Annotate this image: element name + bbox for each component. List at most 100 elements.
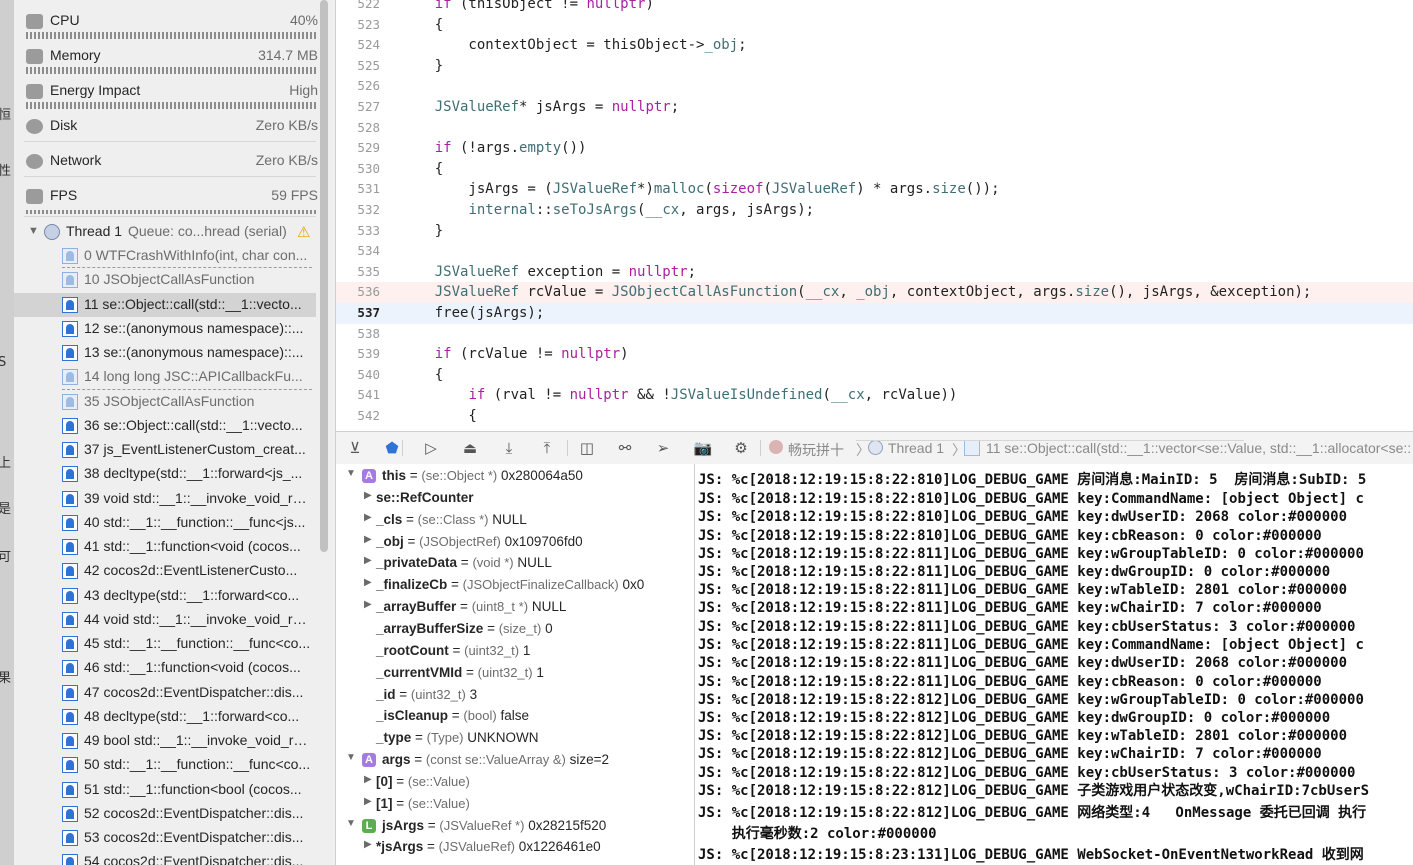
camera-button[interactable]: 📷 (692, 438, 714, 458)
line-number[interactable]: 529 (336, 138, 380, 159)
variable-row[interactable]: ▶ [0] = (se::Value) (336, 771, 694, 793)
stack-frame[interactable]: 50 std::__1::__function::__func<co... (14, 753, 316, 777)
variable-row[interactable]: ▶ _obj = (JSObjectRef) 0x109706fd0 (336, 531, 694, 553)
code-line[interactable]: 538 (336, 324, 1413, 345)
disclosure-closed-icon[interactable]: ▶ (364, 796, 372, 807)
memory-graph-button[interactable]: ⚯ (614, 438, 636, 458)
line-number[interactable]: 539 (336, 344, 380, 365)
breadcrumb-item[interactable]: 11 se::Object::call(std::__1::vector<se:… (986, 440, 1411, 456)
line-number[interactable]: 540 (336, 365, 380, 386)
code-line[interactable]: 530 { (336, 159, 1413, 180)
code-line[interactable]: 532 internal::seToJsArgs(__cx, args, jsA… (336, 200, 1413, 221)
line-number[interactable]: 536 (336, 282, 380, 303)
hide-debug-area-button[interactable]: ⊻ (344, 438, 366, 458)
code-line[interactable]: 531 jsArgs = (JSValueRef*)malloc(sizeof(… (336, 179, 1413, 200)
code-line[interactable]: 522 if (thisObject != nullptr) (336, 0, 1413, 15)
disclosure-closed-icon[interactable]: ▶ (364, 555, 372, 566)
line-number[interactable]: 527 (336, 97, 380, 118)
stack-frame[interactable]: 48 decltype(std::__1::forward<co... (14, 705, 316, 729)
navigator-scrollbar[interactable] (320, 0, 328, 552)
line-number[interactable]: 525 (336, 56, 380, 77)
variable-row[interactable]: ▶ _finalizeCb = (JSObjectFinalizeCallback… (336, 574, 694, 596)
variable-row[interactable]: ▼ Aargs = (const se::ValueArray &) size=2 (336, 749, 694, 771)
line-number[interactable]: 534 (336, 241, 380, 262)
variable-row[interactable]: _rootCount = (uint32_t) 1 (336, 640, 694, 662)
stack-frame[interactable]: 38 decltype(std::__1::forward<js_... (14, 462, 316, 486)
stack-frame[interactable]: 44 void std::__1::__invoke_void_re... (14, 608, 316, 632)
stack-frame[interactable]: 36 se::Object::call(std::__1::vecto... (14, 414, 316, 438)
gauge-fps[interactable]: FPS 59 FPS (24, 183, 318, 218)
code-line[interactable]: 541 if (rval != nullptr && !JSValueIsUnd… (336, 385, 1413, 406)
variable-row[interactable]: ▶ _privateData = (void *) NULL (336, 552, 694, 574)
line-number[interactable]: 526 (336, 76, 380, 97)
variable-row[interactable]: _isCleanup = (bool) false (336, 705, 694, 727)
code-line[interactable]: 523 { (336, 15, 1413, 36)
variable-row[interactable]: ▶ se::RefCounter (336, 487, 694, 509)
disclosure-closed-icon[interactable]: ▶ (364, 490, 372, 501)
thread-1-row[interactable]: ▼ Thread 1 Queue: co...hread (serial) ⚠ (14, 221, 335, 243)
line-number[interactable]: 538 (336, 324, 380, 345)
gauge-network[interactable]: Network Zero KB/s (24, 148, 318, 183)
variable-row[interactable]: _arrayBufferSize = (size_t) 0 (336, 618, 694, 640)
line-number[interactable]: 531 (336, 179, 380, 200)
disclosure-closed-icon[interactable]: ▶ (364, 577, 372, 588)
breadcrumb-item[interactable]: Thread 1 (888, 440, 944, 456)
gauge-cpu[interactable]: CPU 40% (24, 8, 318, 43)
code-line[interactable]: 528 (336, 118, 1413, 139)
disclosure-closed-icon[interactable]: ▶ (364, 599, 372, 610)
view-hierarchy-button[interactable]: ◫ (576, 438, 598, 458)
stack-frame[interactable]: 52 cocos2d::EventDispatcher::dis... (14, 802, 316, 826)
stack-frame[interactable]: 40 std::__1::__function::__func<js... (14, 511, 316, 535)
stack-frame[interactable]: 43 decltype(std::__1::forward<co... (14, 584, 316, 608)
code-line[interactable]: 535 JSValueRef exception = nullptr; (336, 262, 1413, 283)
stack-frame[interactable]: 49 bool std::__1::__invoke_void_re... (14, 729, 316, 753)
code-line[interactable]: 537 free(jsArgs); (336, 303, 1413, 324)
code-line[interactable]: 527 JSValueRef* jsArgs = nullptr; (336, 97, 1413, 118)
variable-row[interactable]: ▶ [1] = (se::Value) (336, 793, 694, 815)
variable-row[interactable]: _type = (Type) UNKNOWN (336, 727, 694, 749)
code-line[interactable]: 524 contextObject = thisObject->_obj; (336, 35, 1413, 56)
stack-frame[interactable]: 45 std::__1::__function::__func<co... (14, 632, 316, 656)
line-number[interactable]: 541 (336, 385, 380, 406)
stack-frame[interactable]: 35 JSObjectCallAsFunction (14, 390, 316, 414)
disclosure-open-icon[interactable]: ▼ (346, 818, 356, 829)
code-line[interactable]: 526 (336, 76, 1413, 97)
line-number[interactable]: 537 (336, 303, 380, 324)
line-number[interactable]: 522 (336, 0, 380, 15)
code-line[interactable]: 534 (336, 241, 1413, 262)
code-line[interactable]: 529 if (!args.empty()) (336, 138, 1413, 159)
code-line[interactable]: 525 } (336, 56, 1413, 77)
variable-row[interactable]: _currentVMId = (uint32_t) 1 (336, 662, 694, 684)
variable-row[interactable]: ▶ *jsArgs = (JSValueRef) 0x1226461e0 (336, 836, 694, 858)
disclosure-closed-icon[interactable]: ▶ (364, 534, 372, 545)
stack-frame[interactable]: 10 JSObjectCallAsFunction (14, 268, 316, 292)
line-number[interactable]: 533 (336, 221, 380, 242)
code-line[interactable]: 542 { (336, 406, 1413, 427)
code-line[interactable]: 540 { (336, 365, 1413, 386)
disclosure-closed-icon[interactable]: ▶ (364, 839, 372, 850)
breakpoints-toggle-button[interactable]: ⬟ (381, 438, 403, 458)
stack-frame[interactable]: 0 WTFCrashWithInfo(int, char con... (14, 244, 316, 268)
line-number[interactable]: 535 (336, 262, 380, 283)
stack-frame[interactable]: 46 std::__1::function<void (cocos... (14, 656, 316, 680)
gauge-memory[interactable]: Memory 314.7 MB (24, 43, 318, 78)
code-line[interactable]: 533 } (336, 221, 1413, 242)
gauge-energy-impact[interactable]: Energy Impact High (24, 78, 318, 113)
stack-frame[interactable]: 39 void std::__1::__invoke_void_re... (14, 487, 316, 511)
line-number[interactable]: 528 (336, 118, 380, 139)
stack-frame[interactable]: 12 se::(anonymous namespace)::... (14, 317, 316, 341)
console-output[interactable]: JS: %c[2018:12:19:15:8:22:810]LOG_DEBUG_… (695, 464, 1413, 865)
variable-row[interactable]: ▶ _arrayBuffer = (uint8_t *) NULL (336, 596, 694, 618)
stack-frame[interactable]: 42 cocos2d::EventListenerCusto... (14, 559, 316, 583)
environment-overrides-button[interactable]: ⚙ (730, 438, 752, 458)
code-line[interactable]: 539 if (rcValue != nullptr) (336, 344, 1413, 365)
gauge-disk[interactable]: Disk Zero KB/s (24, 113, 318, 148)
step-out-button[interactable]: ⤒ (536, 438, 558, 458)
variable-row[interactable]: ▼ Athis = (se::Object *) 0x280064a50 (336, 465, 694, 487)
disclosure-closed-icon[interactable]: ▶ (364, 512, 372, 523)
stack-frame[interactable]: 47 cocos2d::EventDispatcher::dis... (14, 681, 316, 705)
stack-frame[interactable]: 13 se::(anonymous namespace)::... (14, 341, 316, 365)
step-over-button[interactable]: ⏏ (459, 438, 481, 458)
variable-row[interactable]: ▼ LjsArgs = (JSValueRef *) 0x28215f520 (336, 815, 694, 837)
line-number[interactable]: 532 (336, 200, 380, 221)
